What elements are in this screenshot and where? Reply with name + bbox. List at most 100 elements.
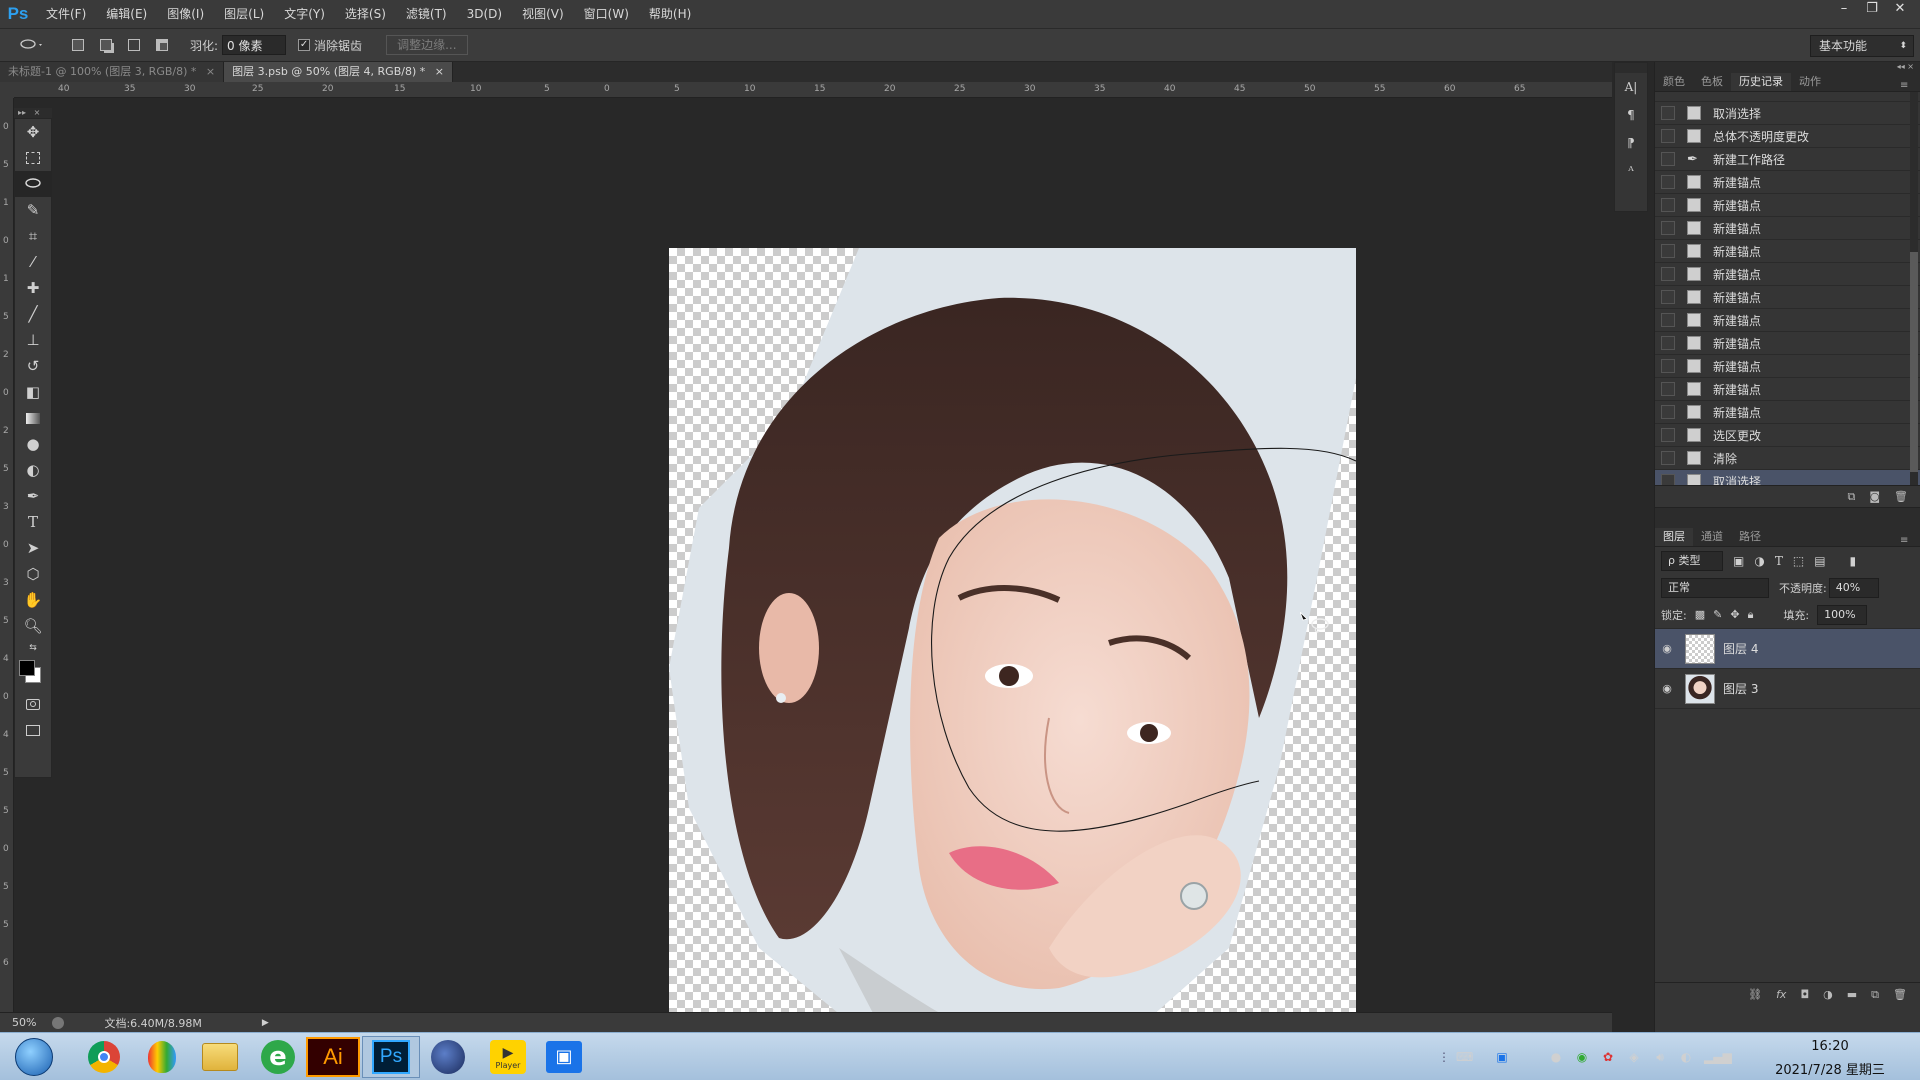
snapshot-icon[interactable]: ◙ (1869, 490, 1880, 503)
dock-grip[interactable]: ◂◂ × (1655, 62, 1920, 72)
layer-row[interactable]: ◉ 图层 3 (1655, 669, 1920, 709)
tab-actions[interactable]: 动作 (1791, 73, 1829, 91)
filter-toggle-icon[interactable]: ▮ (1850, 554, 1857, 568)
adjustment-filter-icon[interactable]: ◑ (1754, 554, 1764, 568)
video-app-icon[interactable]: ▣ (536, 1037, 592, 1077)
menu-item-1[interactable]: 编辑(E) (96, 0, 157, 28)
network-icon[interactable]: ◈ (1626, 1049, 1642, 1065)
panel-menu-icon[interactable]: ≡ (1900, 80, 1920, 91)
history-state-row[interactable]: 新建锚点 (1655, 240, 1920, 263)
hand-tool-icon[interactable]: ✋ (15, 587, 51, 613)
strip-grip[interactable] (1615, 63, 1647, 73)
paragraph-styles-icon[interactable]: ⁋ (1615, 129, 1647, 157)
layer-name[interactable]: 图层 4 (1723, 640, 1758, 657)
type-filter-icon[interactable]: T (1775, 554, 1783, 568)
kind-filter-select[interactable]: ρ 类型 (1661, 551, 1723, 571)
antialias-checkbox[interactable]: ✓ 消除锯齿 (298, 37, 362, 54)
path-selection-tool-icon[interactable]: ➤ (15, 535, 51, 561)
menu-item-0[interactable]: 文件(F) (36, 0, 96, 28)
history-scrollbar[interactable] (1910, 92, 1918, 485)
restore-button[interactable]: ❐ (1858, 0, 1886, 18)
history-state-row[interactable]: 新建锚点 (1655, 401, 1920, 424)
new-layer-icon[interactable]: ⧉ (1871, 988, 1879, 1002)
history-state-row[interactable]: 新建锚点 (1655, 217, 1920, 240)
zoom-tool-icon[interactable]: 🔍︎ (15, 613, 51, 639)
history-state-row[interactable]: ✒ 新建工作路径 (1655, 148, 1920, 171)
lock-all-icon[interactable]: 🔒︎ (1748, 608, 1754, 622)
history-source-checkbox[interactable] (1661, 198, 1675, 212)
qq-icon[interactable]: ● (1548, 1049, 1564, 1065)
layer-row[interactable]: ◉ 图层 4 (1655, 629, 1920, 669)
lock-position-icon[interactable]: ✥ (1730, 608, 1739, 621)
history-state-row[interactable]: 新建锚点 (1655, 355, 1920, 378)
security-icon[interactable]: ◉ (1574, 1049, 1590, 1065)
tab-color[interactable]: 颜色 (1655, 73, 1693, 91)
history-state-row[interactable]: 总体不透明度更改 (1655, 125, 1920, 148)
add-mask-icon[interactable]: ◘ (1800, 988, 1809, 1001)
type-tool-icon[interactable]: T (15, 509, 51, 535)
pixel-filter-icon[interactable]: ▣ (1733, 554, 1744, 568)
trash-icon[interactable]: 🗑︎ (1894, 490, 1908, 503)
character-panel-icon[interactable]: A| (1615, 73, 1647, 101)
new-group-icon[interactable]: ▬ (1847, 988, 1857, 1001)
ie-browser-icon[interactable]: e (250, 1037, 306, 1077)
history-source-checkbox[interactable] (1661, 405, 1675, 419)
tab-history[interactable]: 历史记录 (1731, 73, 1791, 91)
brush-tool-icon[interactable]: ╱ (15, 301, 51, 327)
screen-mode-icon[interactable] (15, 717, 51, 743)
photoshop-taskbar-button[interactable]: Ps (362, 1036, 420, 1078)
document-canvas[interactable] (669, 248, 1356, 1063)
layer-thumbnail[interactable] (1685, 633, 1715, 664)
menu-item-6[interactable]: 滤镜(T) (396, 0, 457, 28)
blur-tool-icon[interactable]: ● (15, 431, 51, 457)
history-state-row[interactable]: 选区更改 (1655, 424, 1920, 447)
paragraph-panel-icon[interactable]: ¶ (1615, 101, 1647, 129)
menu-item-10[interactable]: 帮助(H) (639, 0, 701, 28)
history-state-row[interactable]: 新建锚点 (1655, 309, 1920, 332)
new-doc-from-state-icon[interactable]: ⧉ (1847, 490, 1855, 504)
menu-item-4[interactable]: 文字(Y) (274, 0, 335, 28)
history-source-checkbox[interactable] (1661, 451, 1675, 465)
layer-thumbnail[interactable] (1685, 673, 1715, 704)
canvas-area[interactable] (52, 98, 1612, 1063)
player-icon[interactable]: ▶ Player (480, 1037, 536, 1077)
new-selection-icon[interactable] (67, 35, 89, 55)
history-source-checkbox[interactable] (1661, 244, 1675, 258)
tab-swatches[interactable]: 色板 (1693, 73, 1731, 91)
subtract-from-selection-icon[interactable] (123, 35, 145, 55)
quick-selection-tool-icon[interactable]: ✎ (15, 197, 51, 223)
screen-recorder-icon[interactable]: ▣ (1494, 1049, 1510, 1065)
start-orb-icon[interactable] (6, 1037, 62, 1077)
history-state-row[interactable]: 新建锚点 (1655, 194, 1920, 217)
lock-transparent-icon[interactable]: ▩ (1695, 608, 1705, 621)
balloon-app-icon[interactable] (134, 1037, 190, 1077)
color-swatches[interactable] (15, 657, 51, 691)
marquee-tool-icon[interactable] (15, 145, 51, 171)
history-source-checkbox[interactable] (1661, 129, 1675, 143)
history-source-checkbox[interactable] (1661, 382, 1675, 396)
panel-menu-icon[interactable]: ≡ (1900, 535, 1920, 546)
pen-tool-icon[interactable]: ✒ (15, 483, 51, 509)
history-source-checkbox[interactable] (1661, 221, 1675, 235)
keyboard-icon[interactable]: ⌨ (1456, 1049, 1473, 1065)
history-state-row[interactable]: 新建锚点 (1655, 378, 1920, 401)
gradient-tool-icon[interactable] (15, 405, 51, 431)
healing-brush-tool-icon[interactable]: ✚ (15, 275, 51, 301)
cinema4d-icon[interactable] (420, 1037, 476, 1077)
delete-layer-icon[interactable]: 🗑︎ (1893, 988, 1907, 1001)
history-source-checkbox[interactable] (1661, 267, 1675, 281)
folder-icon[interactable] (192, 1037, 248, 1077)
menu-item-8[interactable]: 视图(V) (512, 0, 574, 28)
fill-input[interactable]: 100% (1817, 604, 1868, 625)
history-source-checkbox[interactable] (1661, 290, 1675, 304)
shape-tool-icon[interactable]: ⬡ (15, 561, 51, 587)
add-to-selection-icon[interactable] (95, 35, 117, 55)
status-info-icon[interactable] (52, 1016, 65, 1029)
history-source-checkbox[interactable] (1661, 428, 1675, 442)
history-state-row[interactable]: 新建锚点 (1655, 332, 1920, 355)
swap-colors-icon[interactable]: ⇆ (15, 639, 51, 657)
workspace-select[interactable]: 基本功能 ⬍ (1810, 35, 1914, 57)
move-tool-icon[interactable]: ✥ (15, 119, 51, 145)
blend-mode-select[interactable]: 正常 (1661, 578, 1769, 598)
opacity-input[interactable]: 40% (1828, 578, 1879, 598)
